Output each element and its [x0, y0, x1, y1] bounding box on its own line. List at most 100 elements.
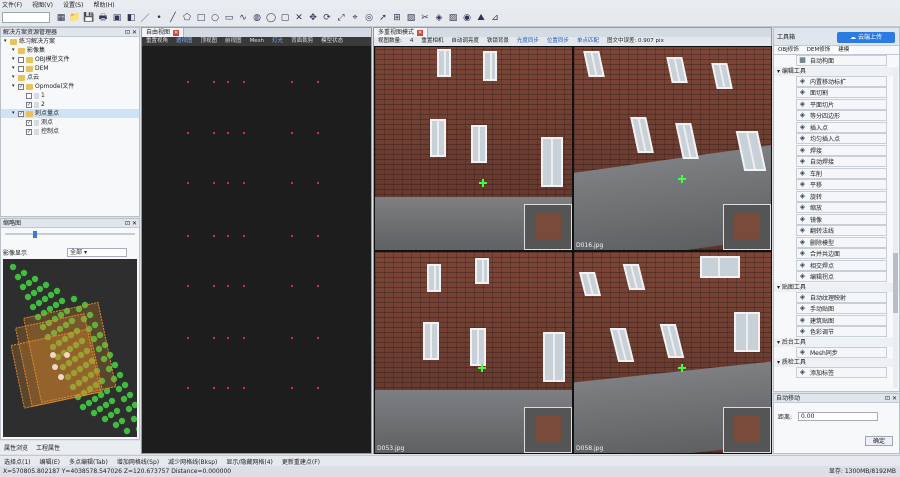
box-icon[interactable]: □: [196, 12, 207, 23]
model-point[interactable]: [212, 284, 216, 288]
model-point[interactable]: [242, 234, 246, 238]
tool-item[interactable]: ◈ 面切割: [796, 87, 887, 98]
camera-dot[interactable]: [107, 411, 115, 419]
tool-item[interactable]: ◈ 插入点: [796, 121, 887, 133]
folder-icon[interactable]: 📁: [69, 12, 80, 23]
polygon-icon[interactable]: ⬠: [182, 12, 193, 23]
menu-file[interactable]: 文件(F): [2, 0, 22, 9]
model-point[interactable]: [316, 131, 320, 135]
image-tile-4[interactable]: D058.jpg: [573, 251, 772, 454]
camera-dot[interactable]: [19, 283, 27, 291]
selected-camera[interactable]: [52, 364, 58, 370]
tool-item[interactable]: ◈ 平面切片: [796, 98, 887, 110]
snap-icon[interactable]: ⌖: [350, 12, 361, 23]
camera-dot[interactable]: [90, 409, 98, 417]
free-view-button[interactable]: 前视图: [221, 37, 246, 46]
tool-item[interactable]: ◈ 缩放: [796, 202, 887, 213]
checkbox[interactable]: [26, 92, 32, 99]
tab-project-properties[interactable]: 工程属性: [32, 444, 64, 454]
model-point[interactable]: [316, 284, 320, 288]
tab-free-view[interactable]: 自由视图 ✕: [142, 28, 185, 37]
tool-item[interactable]: ◈ 添加标签: [796, 367, 887, 378]
tool-item[interactable]: ◈ 建筑贴图: [796, 314, 887, 326]
sync-button[interactable]: 单点匹配: [573, 37, 603, 46]
camera-dot[interactable]: [36, 285, 44, 293]
free-view-canvas[interactable]: [142, 46, 371, 453]
model-point[interactable]: [186, 234, 190, 238]
tool-item[interactable]: ◈ 翻转法线: [796, 225, 887, 236]
multi-view-button[interactable]: 重置相机: [417, 37, 447, 46]
model-point[interactable]: [226, 336, 230, 340]
checkbox[interactable]: ✓: [26, 119, 32, 126]
tool-item[interactable]: ◈ 色彩调节: [796, 326, 887, 337]
camera-dot[interactable]: [113, 407, 121, 415]
free-view-button[interactable]: 背面裁剪: [287, 37, 317, 46]
tree-item[interactable]: ✓ 测点: [1, 118, 139, 127]
tool-item[interactable]: ◈ 手动贴图: [796, 303, 887, 314]
model-point[interactable]: [212, 80, 216, 84]
camera-dot[interactable]: [125, 405, 133, 413]
checkbox[interactable]: ✓: [18, 110, 24, 117]
model-point[interactable]: [226, 284, 230, 288]
model-point[interactable]: [242, 336, 246, 340]
display-select[interactable]: 全部 ▾: [67, 247, 128, 257]
command-item[interactable]: 更新重建点(F): [282, 457, 320, 466]
tree-item[interactable]: 1: [1, 91, 139, 100]
image-icon[interactable]: ▨: [448, 12, 459, 23]
camera-dot[interactable]: [111, 361, 119, 369]
x-icon[interactable]: ✕: [294, 12, 305, 23]
pin-icon[interactable]: ⊡ ✕: [125, 28, 137, 37]
camera-dot[interactable]: [112, 421, 120, 429]
model-point[interactable]: [242, 131, 246, 135]
model-point[interactable]: [212, 234, 216, 238]
model-point[interactable]: [226, 386, 230, 390]
checkbox[interactable]: [18, 56, 24, 63]
command-item[interactable]: 显示/隐藏网格(4): [226, 457, 273, 466]
model-point[interactable]: [212, 336, 216, 340]
save-icon[interactable]: 💾: [83, 12, 94, 23]
multi-view-button[interactable]: 自动调亮度: [447, 37, 483, 46]
camera-dot[interactable]: [31, 275, 39, 283]
line2-icon[interactable]: ╱: [168, 12, 179, 23]
scrollbar-thumb[interactable]: [893, 253, 898, 313]
close-icon[interactable]: ✕: [417, 30, 424, 36]
camera-dot[interactable]: [58, 297, 66, 305]
model-point[interactable]: [290, 386, 294, 390]
camera-dot[interactable]: [135, 425, 143, 433]
camera-dot[interactable]: [96, 405, 104, 413]
sync-button[interactable]: 位置同步: [543, 37, 573, 46]
view-count-select[interactable]: 4: [406, 37, 418, 46]
camera-dot[interactable]: [79, 403, 87, 411]
arrow-icon[interactable]: ➚: [378, 12, 389, 23]
model-point[interactable]: [186, 284, 190, 288]
pin-icon[interactable]: ⊡ ✕: [885, 394, 897, 403]
cube-icon[interactable]: ▣: [112, 12, 123, 23]
tree-item[interactable]: ▾ OBJ模型文件: [1, 55, 139, 64]
scale-icon[interactable]: ⤢: [336, 12, 347, 23]
camera-dot[interactable]: [24, 293, 32, 301]
tool-group-header[interactable]: ▾ 后台工具: [774, 337, 899, 347]
cut-icon[interactable]: ✂: [420, 12, 431, 23]
tab-properties[interactable]: 属性浏览: [0, 444, 32, 454]
model-point[interactable]: [242, 386, 246, 390]
rect-icon[interactable]: ▭: [224, 12, 235, 23]
cloud-upload-button[interactable]: ☁ 云端上传: [837, 32, 895, 43]
camera-dot[interactable]: [85, 399, 93, 407]
bucket-icon[interactable]: ◈: [434, 12, 445, 23]
menu-view[interactable]: 视图(V): [32, 0, 53, 9]
model-point[interactable]: [212, 181, 216, 185]
image-tile-3[interactable]: D053.jpg: [374, 251, 573, 454]
camera-dot[interactable]: [70, 295, 78, 303]
camera-dot[interactable]: [101, 415, 109, 423]
model-point[interactable]: [242, 181, 246, 185]
tab-modeling[interactable]: 建模: [834, 46, 854, 54]
overview-slider[interactable]: [5, 231, 135, 238]
tree-item[interactable]: ▾ DEM: [1, 64, 139, 73]
rotate-icon[interactable]: ⟳: [322, 12, 333, 23]
tree-item[interactable]: ✓ 2: [1, 100, 139, 109]
camera-dot[interactable]: [116, 371, 124, 379]
model-point[interactable]: [316, 336, 320, 340]
camera-dot[interactable]: [91, 395, 99, 403]
free-view-button[interactable]: 重置视角: [142, 37, 172, 46]
camera-icon[interactable]: ◉: [462, 12, 473, 23]
